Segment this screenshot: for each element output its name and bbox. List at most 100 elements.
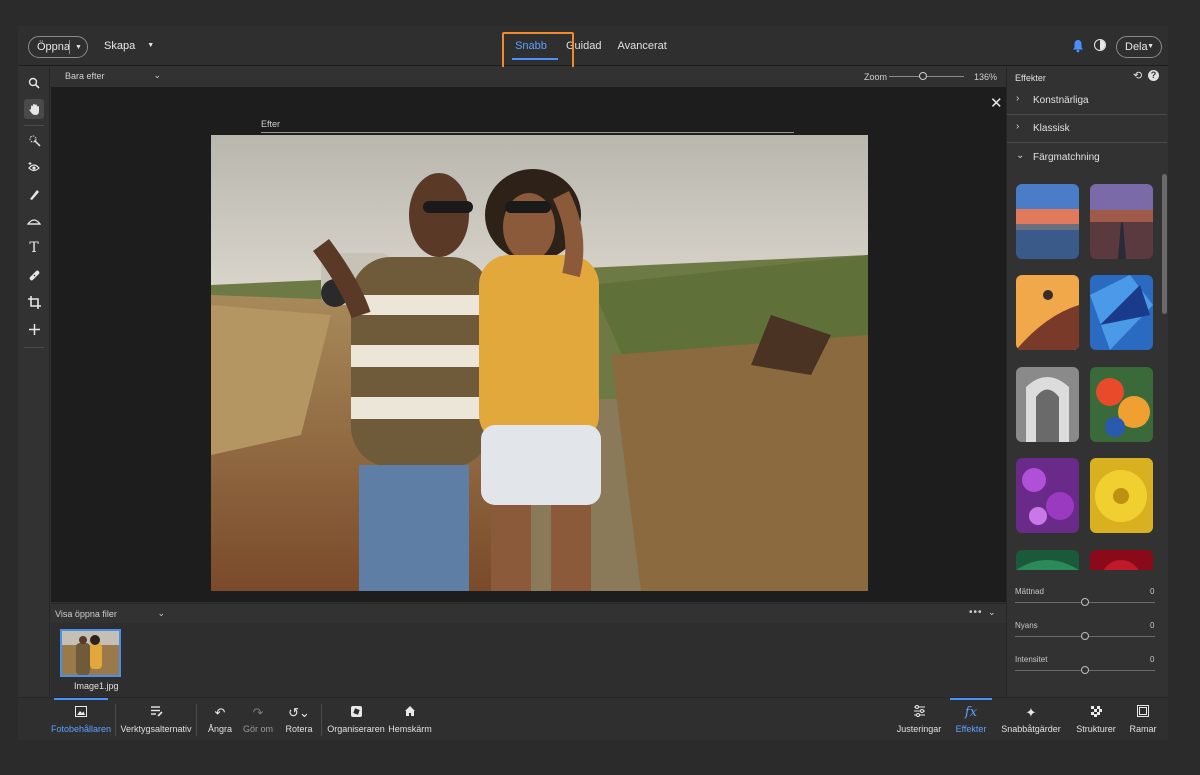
saturation-slider[interactable]: Mättnad 0 xyxy=(1007,587,1167,621)
section-color-match[interactable]: ⌄ Färgmatchning xyxy=(1007,144,1167,172)
effect-thumbnail[interactable] xyxy=(1090,367,1153,442)
photo-bin-icon xyxy=(75,705,87,720)
frames-icon xyxy=(1137,705,1149,720)
red-eye-icon[interactable] xyxy=(24,157,44,177)
canvas-photo[interactable] xyxy=(211,135,868,591)
undo-icon: ↶ xyxy=(214,705,226,720)
file-name: Image1.jpg xyxy=(74,681,119,691)
spot-healing-icon[interactable] xyxy=(24,265,44,285)
open-label: Öppna xyxy=(37,41,71,53)
button-label: Fotobehållaren xyxy=(50,724,112,734)
help-icon[interactable]: ? xyxy=(1148,70,1159,81)
photo-bin-select[interactable]: Visa öppna filer ⌄ xyxy=(55,608,165,619)
after-divider xyxy=(261,132,794,133)
tool-divider xyxy=(24,125,44,126)
effects-button[interactable]: fx Effekter xyxy=(950,698,992,741)
tool-options-button[interactable]: Verktygsalternativ xyxy=(120,698,192,741)
open-button[interactable]: Öppna ▼ xyxy=(28,36,88,58)
effects-icon: fx xyxy=(964,705,978,720)
zoom-icon[interactable] xyxy=(24,73,44,93)
chevron-right-icon: › xyxy=(1016,121,1020,132)
share-label: Dela xyxy=(1125,41,1148,53)
bell-icon[interactable] xyxy=(1072,39,1084,53)
textures-icon xyxy=(1090,705,1102,720)
file-thumbnail[interactable] xyxy=(60,629,121,677)
reset-icon[interactable]: ⟲ xyxy=(1133,69,1142,82)
effect-thumbnail[interactable] xyxy=(1090,184,1153,259)
photo-bin-bar: Visa öppna filer ⌄ ••• ⌄ xyxy=(51,603,1006,623)
button-label: Rotera xyxy=(285,724,313,734)
undo-button[interactable]: ↶ Ångra xyxy=(206,698,234,741)
button-label: Verktygsalternativ xyxy=(120,724,192,734)
effect-thumbnail[interactable] xyxy=(1016,184,1079,259)
slider-value: 0 xyxy=(1150,655,1155,664)
rotate-button[interactable]: ↺⌄ Rotera xyxy=(284,698,314,741)
theme-toggle-icon[interactable] xyxy=(1094,39,1106,51)
chevron-down-icon: ⌄ xyxy=(1016,150,1025,161)
effect-thumbnail[interactable] xyxy=(1016,550,1079,570)
quick-actions-icon: ✦ xyxy=(1025,705,1037,720)
tab-advanced[interactable]: Avancerat xyxy=(609,26,674,66)
button-label: Snabbåtgärder xyxy=(1001,724,1061,734)
canvas-options-bar: Bara efter ⌄ Zoom 136% xyxy=(51,67,1006,87)
effect-thumbnail[interactable] xyxy=(1090,550,1153,570)
button-label: Gör om xyxy=(242,724,273,734)
effects-grid xyxy=(1007,184,1167,570)
crop-icon[interactable] xyxy=(24,292,44,312)
slider-handle[interactable] xyxy=(1081,666,1089,674)
section-classic[interactable]: › Klassisk xyxy=(1007,115,1167,143)
slider-label: Intensitet xyxy=(1015,655,1048,664)
zoom-value: 136% xyxy=(974,72,998,82)
effect-thumbnail[interactable] xyxy=(1016,367,1079,442)
tool-options-icon xyxy=(150,705,163,720)
quick-actions-button[interactable]: ✦ Snabbåtgärder xyxy=(1001,698,1061,741)
textures-button[interactable]: Strukturer xyxy=(1076,698,1116,741)
after-label: Efter xyxy=(261,119,281,129)
chevron-down-icon: ▼ xyxy=(1147,43,1154,50)
view-mode-select[interactable]: Bara efter ⌄ xyxy=(65,70,161,81)
redo-button[interactable]: ↷ Gör om xyxy=(242,698,274,741)
text-icon[interactable]: T xyxy=(24,238,44,258)
frames-button[interactable]: Ramar xyxy=(1128,698,1158,741)
app-window: Öppna ▼ Skapa ▼ Snabb Guidad Avancerat D… xyxy=(18,26,1168,740)
effect-thumbnail[interactable] xyxy=(1016,275,1079,350)
intensity-slider[interactable]: Intensitet 0 xyxy=(1007,655,1167,689)
adjustments-icon xyxy=(913,705,926,720)
button-label: Ångra xyxy=(207,724,233,734)
organizer-button[interactable]: Organiseraren xyxy=(327,698,385,741)
section-label: Konstnärliga xyxy=(1033,95,1089,106)
share-button[interactable]: Dela ▼ xyxy=(1116,36,1162,58)
view-mode-value: Bara efter xyxy=(65,71,105,81)
canvas-area[interactable]: ✕ Efter xyxy=(51,87,1006,602)
slider-handle[interactable] xyxy=(1081,598,1089,606)
adjustments-button[interactable]: Justeringar xyxy=(897,698,941,741)
move-icon[interactable] xyxy=(24,319,44,339)
hand-icon[interactable] xyxy=(24,99,44,119)
home-button[interactable]: Hemskärm xyxy=(388,698,432,741)
slider-label: Mättnad xyxy=(1015,587,1044,596)
straighten-icon[interactable] xyxy=(24,211,44,231)
panel-scrollbar[interactable] xyxy=(1162,174,1167,314)
button-label: Ramar xyxy=(1129,724,1157,734)
chevron-down-icon: ⌄ xyxy=(157,608,165,618)
hue-slider[interactable]: Nyans 0 xyxy=(1007,621,1167,655)
effect-thumbnail[interactable] xyxy=(1090,458,1153,533)
chevron-down-icon[interactable]: ▼ xyxy=(70,44,87,51)
more-options-icon[interactable]: ••• xyxy=(969,607,983,618)
section-artistic[interactable]: › Konstnärliga xyxy=(1007,87,1167,115)
button-label: Hemskärm xyxy=(388,724,432,734)
tools-panel: T xyxy=(18,67,50,697)
effect-thumbnail[interactable] xyxy=(1090,275,1153,350)
bottom-taskbar: Fotobehållaren Verktygsalternativ ↶ Ångr… xyxy=(18,697,1168,740)
create-menu[interactable]: Skapa ▼ xyxy=(104,40,154,52)
redo-icon: ↷ xyxy=(252,705,264,720)
whiten-teeth-icon[interactable] xyxy=(24,184,44,204)
effect-thumbnail[interactable] xyxy=(1016,458,1079,533)
panel-title: Effekter xyxy=(1015,73,1046,83)
photo-bin-button[interactable]: Fotobehållaren xyxy=(50,698,112,741)
chevron-down-icon[interactable]: ⌄ xyxy=(988,607,996,618)
zoom-slider-handle[interactable] xyxy=(918,72,927,80)
quick-selection-icon[interactable] xyxy=(24,130,44,150)
close-icon[interactable]: ✕ xyxy=(990,94,1003,112)
slider-handle[interactable] xyxy=(1081,632,1089,640)
